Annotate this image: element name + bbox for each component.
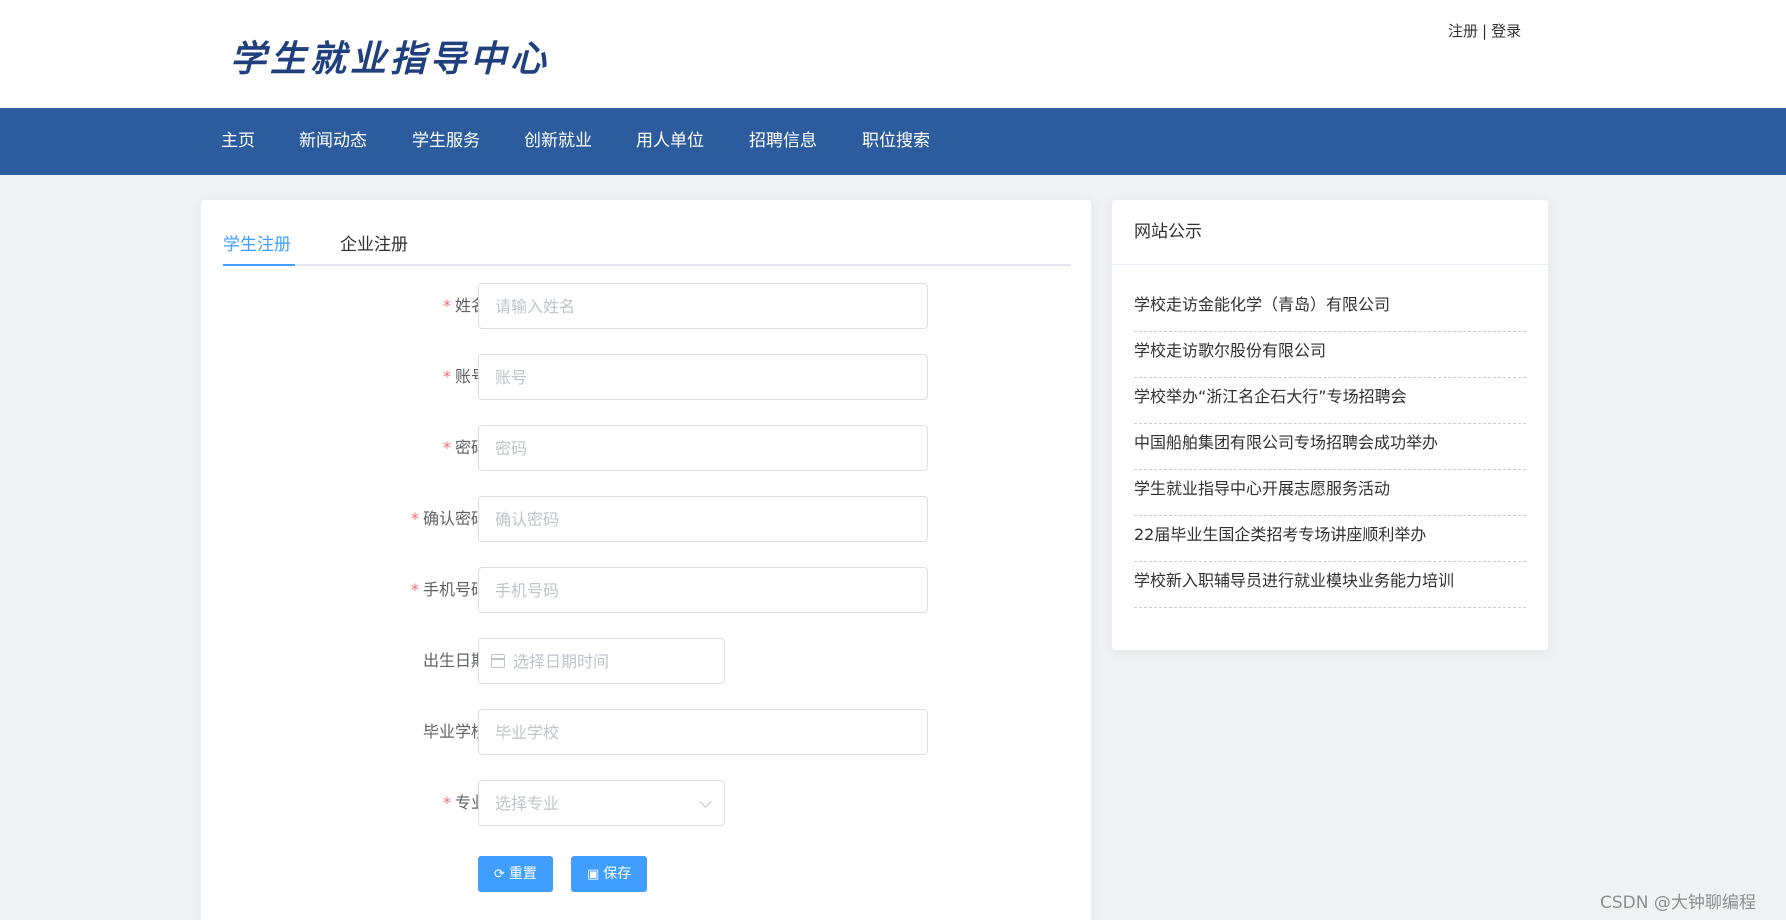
required-mark: * [410, 509, 419, 528]
auth-separator: | [1482, 22, 1488, 40]
nav-item-innovation-employment[interactable]: 创新就业 [524, 108, 592, 175]
nav-item-job-search[interactable]: 职位搜索 [862, 108, 930, 175]
form-row-account: * 账号 [201, 354, 1093, 400]
birthdate-input[interactable] [479, 639, 724, 683]
birthdate-picker [478, 638, 725, 684]
nav-item-home[interactable]: 主页 [221, 108, 255, 175]
phone-input[interactable] [479, 568, 927, 612]
form-row-phone: * 手机号码 [201, 567, 1093, 613]
calendar-icon [491, 654, 505, 668]
form-row-major: * 专业 [201, 780, 1093, 826]
registration-tabs: 学生注册 企业注册 [223, 230, 1071, 266]
notice-item[interactable]: 22届毕业生国企类招考专场讲座顺利举办 [1134, 516, 1526, 562]
tab-student-register[interactable]: 学生注册 [223, 230, 291, 266]
register-link[interactable]: 注册 [1448, 22, 1478, 40]
required-mark: * [442, 438, 451, 457]
nav-item-news[interactable]: 新闻动态 [299, 108, 367, 175]
active-tab-indicator [223, 264, 295, 266]
confirm-password-label: * 确认密码 [410, 509, 487, 528]
nav-item-recruitment-info[interactable]: 招聘信息 [749, 108, 817, 175]
form-row-birthdate: 出生日期 [201, 638, 1093, 684]
refresh-icon: ⟳ [494, 867, 505, 882]
school-input-box [478, 709, 928, 755]
required-mark: * [442, 793, 451, 812]
tab-company-register[interactable]: 企业注册 [340, 230, 408, 266]
form-row-confirm-password: * 确认密码 [201, 496, 1093, 542]
reset-button[interactable]: ⟳ 重置 [478, 856, 553, 892]
save-button[interactable]: ▣ 保存 [571, 856, 648, 892]
notice-item[interactable]: 学校走访歌尔股份有限公司 [1134, 332, 1526, 378]
login-link[interactable]: 登录 [1491, 22, 1521, 40]
form-row-school: 毕业学校 [201, 709, 1093, 755]
phone-input-box [478, 567, 928, 613]
confirm-password-input-box [478, 496, 928, 542]
major-select-input[interactable] [479, 781, 724, 825]
major-select[interactable] [478, 780, 725, 826]
notice-title: 网站公示 [1112, 200, 1548, 265]
watermark: CSDN @大钟聊编程 [1600, 893, 1756, 913]
required-mark: * [442, 296, 451, 315]
nav-item-student-services[interactable]: 学生服务 [412, 108, 480, 175]
name-input[interactable] [479, 284, 927, 328]
required-mark: * [442, 367, 451, 386]
registration-card: 学生注册 企业注册 *姓名 *账号 *密码 *确认密码 *手机号码 [200, 199, 1092, 920]
notice-item[interactable]: 中国船舶集团有限公司专场招聘会成功举办 [1134, 424, 1526, 470]
main-nav: 主页 新闻动态 学生服务 创新就业 用人单位 招聘信息 职位搜索 [0, 108, 1786, 175]
notice-item[interactable]: 学校举办“浙江名企石大行”专场招聘会 [1134, 378, 1526, 424]
form-row-name: * 姓名 [201, 283, 1093, 329]
notice-list: 学校走访金能化学（青岛）有限公司 学校走访歌尔股份有限公司 学校举办“浙江名企石… [1134, 286, 1526, 608]
confirm-password-input[interactable] [479, 497, 927, 541]
name-input-box [478, 283, 928, 329]
account-input[interactable] [479, 355, 927, 399]
clipboard-icon: ▣ [587, 867, 600, 882]
password-input[interactable] [479, 426, 927, 470]
site-logo[interactable]: 学生就业指导中心 [230, 30, 550, 82]
required-mark: * [410, 580, 419, 599]
form-actions: ⟳ 重置 ▣ 保存 [201, 856, 1093, 902]
account-input-box [478, 354, 928, 400]
phone-label: * 手机号码 [410, 580, 487, 599]
top-bar: 学生就业指导中心 注册 | 登录 [0, 0, 1786, 108]
school-input[interactable] [479, 710, 927, 754]
password-input-box [478, 425, 928, 471]
notice-item[interactable]: 学生就业指导中心开展志愿服务活动 [1134, 470, 1526, 516]
notice-item[interactable]: 学校走访金能化学（青岛）有限公司 [1134, 286, 1526, 332]
nav-item-employers[interactable]: 用人单位 [636, 108, 704, 175]
form-row-password: * 密码 [201, 425, 1093, 471]
notice-card: 网站公示 学校走访金能化学（青岛）有限公司 学校走访歌尔股份有限公司 学校举办“… [1111, 199, 1549, 651]
notice-item[interactable]: 学校新入职辅导员进行就业模块业务能力培训 [1134, 562, 1526, 608]
auth-links: 注册 | 登录 [1448, 20, 1521, 41]
